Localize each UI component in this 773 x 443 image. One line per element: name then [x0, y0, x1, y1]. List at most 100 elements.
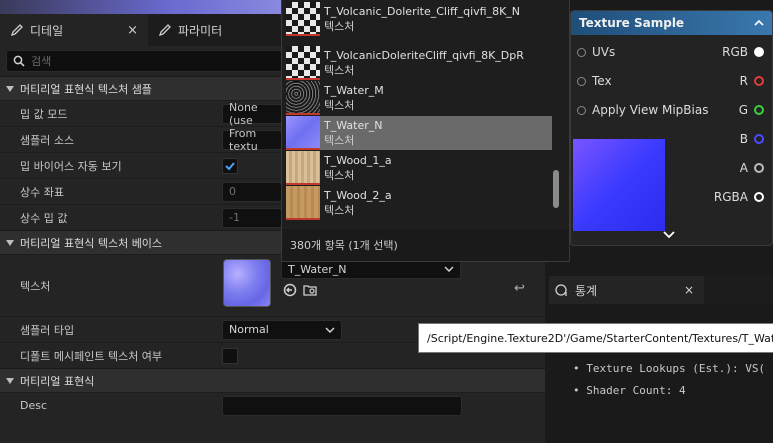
search-placeholder: 검색	[31, 55, 52, 68]
asset-name: T_Water_M	[324, 84, 384, 97]
picker-scrollbar[interactable]	[553, 170, 559, 208]
pin-circle-icon	[577, 105, 586, 115]
tab-stats[interactable]: 통계 ×	[549, 276, 704, 304]
pin-label: Tex	[592, 74, 612, 88]
use-selected-asset-icon[interactable]	[283, 283, 297, 297]
browse-folder-icon[interactable]	[303, 283, 317, 297]
asset-thumbnail	[286, 116, 320, 150]
collapse-arrow-icon	[6, 239, 14, 246]
const-mip-value-field[interactable]: -1	[222, 207, 282, 228]
collapse-icon[interactable]	[754, 20, 764, 26]
asset-list-item[interactable]: T_Volcanic_Dolerite_Cliff_qivfi_8K_N 텍스처	[286, 2, 552, 36]
stat-line: • Texture Lookups (Est.): VS(	[573, 362, 766, 375]
close-icon[interactable]: ×	[127, 23, 138, 38]
texture-asset-combo[interactable]: T_Water_N	[281, 259, 461, 279]
input-pin-apply-view-mipbias[interactable]: Apply View MipBias	[577, 101, 708, 119]
output-pin-g[interactable]: G	[739, 101, 764, 119]
asset-thumbnail	[286, 81, 320, 115]
collapse-arrow-icon	[6, 85, 14, 92]
property-label: 샘플러 타입	[20, 323, 75, 337]
const-coordinate-field[interactable]: 0	[222, 181, 282, 202]
pin-label: A	[739, 161, 748, 175]
property-label: 상수 좌표	[20, 185, 64, 199]
pin-label: RGBA	[713, 190, 748, 204]
stats-tabbar: 통계 ×	[549, 276, 773, 304]
search-icon	[13, 55, 25, 67]
asset-list-item-selected[interactable]: T_Water_N 텍스처	[286, 116, 552, 150]
close-icon[interactable]: ×	[684, 283, 694, 297]
input-pin-tex[interactable]: Tex	[577, 72, 612, 90]
pin-circle-icon	[577, 47, 586, 57]
property-label: 상수 밉 값	[20, 211, 68, 225]
pencil-icon	[10, 24, 23, 37]
pin-label: R	[739, 74, 748, 88]
asset-list-item[interactable]: T_Wood_1_a 텍스처	[286, 151, 552, 185]
property-label: 샘플러 소스	[20, 133, 75, 147]
property-label: 디폴트 메시페인트 텍스처 여부	[20, 349, 163, 363]
property-label: 밉 값 모드	[20, 107, 68, 121]
asset-type: 텍스처	[324, 169, 355, 182]
pin-circle-icon	[754, 163, 764, 173]
asset-name: T_Volcanic_Dolerite_Cliff_qivfi_8K_N	[324, 5, 521, 18]
auto-mip-bias-checkbox[interactable]	[222, 157, 238, 174]
asset-list-item[interactable]: T_Wood_2_a 텍스처	[286, 186, 552, 220]
sampler-source-combo[interactable]: From textu	[222, 127, 282, 153]
asset-thumbnail	[286, 2, 320, 36]
input-pin-uvs[interactable]: UVs	[577, 43, 615, 61]
chevron-down-icon	[325, 326, 335, 333]
output-pin-b[interactable]: B	[740, 130, 764, 148]
chevron-down-icon[interactable]	[663, 231, 675, 239]
asset-name: T_Wood_1_a	[324, 154, 392, 167]
reset-to-default-icon[interactable]: ↩	[514, 281, 525, 296]
texture-thumbnail[interactable]	[223, 259, 271, 307]
pin-circle-icon	[754, 76, 764, 86]
output-pin-a[interactable]: A	[740, 159, 764, 177]
sampler-type-value: Normal	[229, 323, 269, 336]
pin-circle-icon	[754, 192, 764, 202]
asset-name: T_Wood_2_a	[324, 189, 392, 202]
output-pin-r[interactable]: R	[740, 72, 764, 90]
asset-list-item[interactable]: T_Water_M 텍스처	[286, 81, 552, 115]
pin-circle-icon	[577, 76, 586, 86]
tab-details-label: 디테일	[30, 23, 64, 38]
output-pin-rgba[interactable]: RGBA	[714, 188, 764, 206]
desc-input[interactable]	[222, 395, 462, 416]
stat-line: • Shader Count: 4	[573, 384, 686, 397]
checkmark-icon	[225, 161, 235, 170]
mip-value-mode-combo[interactable]: None (use	[222, 101, 282, 127]
sampler-type-combo[interactable]: Normal	[222, 319, 342, 340]
property-label: 밉 바이어스 자동 보기	[20, 159, 122, 173]
tab-details[interactable]: 디테일 ×	[0, 14, 148, 46]
asset-path-tooltip: /Script/Engine.Texture2D'/Game/StarterCo…	[418, 323, 773, 353]
property-label: 텍스처	[20, 279, 51, 293]
asset-list-item[interactable]: T_VolcanicDoleriteCliff_qivfi_8K_DpR 텍스처	[286, 46, 552, 80]
pin-label: Apply View MipBias	[592, 103, 709, 117]
tab-parameters[interactable]: 파라미터	[148, 14, 232, 46]
texture-sample-node[interactable]: Texture Sample UVs Tex Apply View MipBia…	[570, 10, 773, 246]
asset-name: T_VolcanicDoleriteCliff_qivfi_8K_DpR	[324, 49, 524, 62]
category-label: 머티리얼 표현식 텍스처 베이스	[20, 236, 163, 250]
category-label: 머티리얼 표현식 텍스처 샘플	[20, 82, 152, 96]
pin-label: UVs	[592, 45, 616, 59]
pencil-icon	[158, 24, 171, 37]
picker-item-count: 380개 항목 (1개 선택)	[282, 229, 569, 261]
property-label: Desc	[20, 399, 48, 412]
stats-icon	[555, 284, 567, 296]
pin-label: G	[738, 103, 748, 117]
asset-type: 텍스처	[324, 20, 355, 33]
asset-type: 텍스처	[324, 134, 355, 147]
texture-asset-value: T_Water_N	[288, 262, 347, 276]
category-material-expression[interactable]: 머티리얼 표현식	[0, 368, 545, 392]
category-label: 머티리얼 표현식	[20, 374, 95, 388]
property-row-texture: 텍스처 T_Water_N	[0, 254, 545, 316]
asset-thumbnail	[286, 46, 320, 80]
pin-label: B	[739, 132, 748, 146]
graph-top-strip	[0, 0, 285, 14]
texture-preview	[573, 139, 665, 231]
default-meshpaint-checkbox[interactable]	[222, 347, 238, 364]
output-pin-rgb[interactable]: RGB	[722, 43, 764, 61]
asset-picker-popup: T_Volcanic_Dolerite_Cliff_qivfi_8K_N 텍스처 …	[281, 0, 570, 262]
asset-thumbnail	[286, 186, 320, 220]
node-header[interactable]: Texture Sample	[571, 11, 772, 35]
chevron-down-icon	[444, 266, 454, 272]
